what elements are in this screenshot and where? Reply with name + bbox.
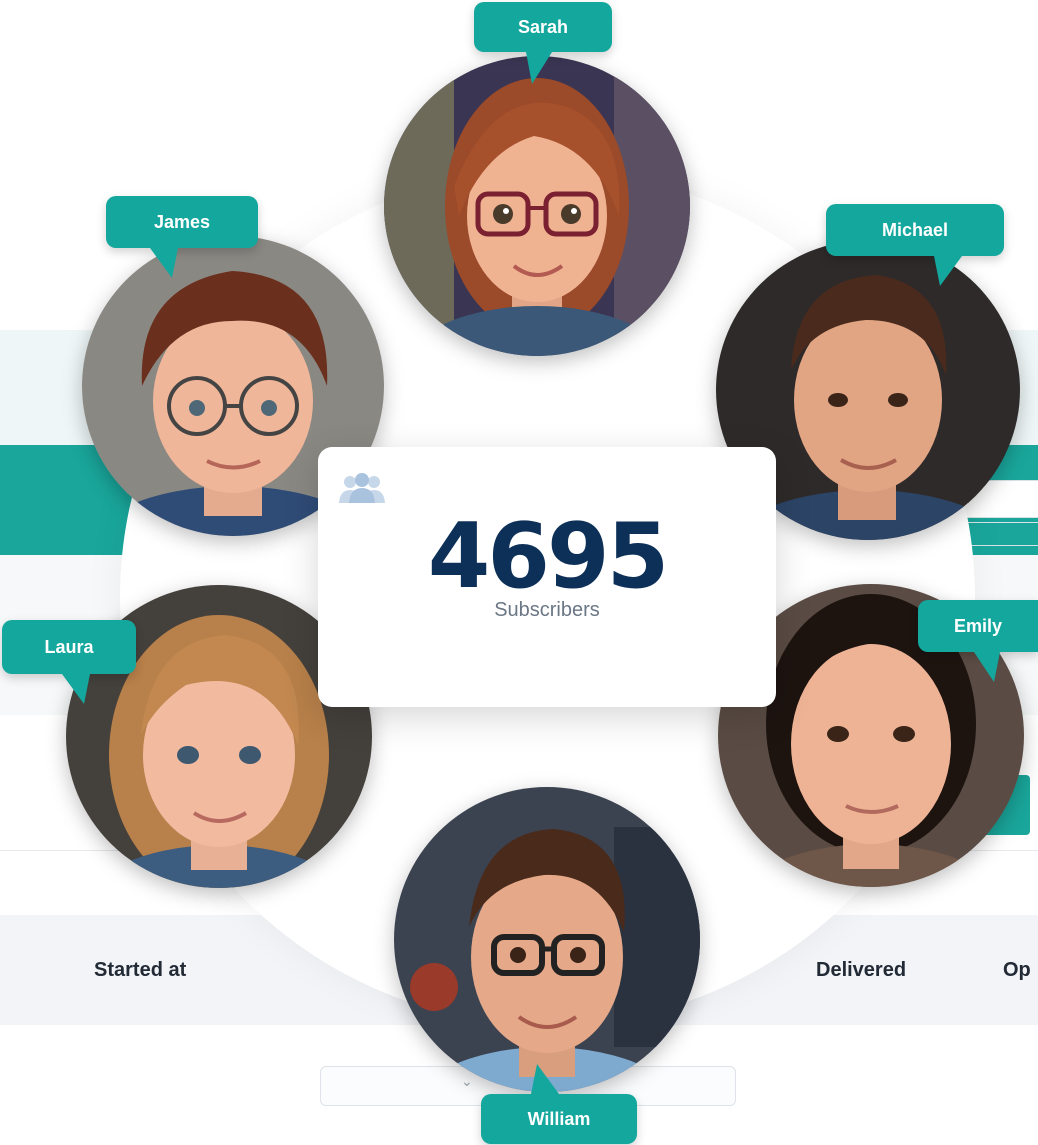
avatar-sarah <box>384 56 690 356</box>
column-header-started-at[interactable]: Started at <box>94 915 186 1025</box>
subscriber-count: 4695 <box>427 504 670 609</box>
name-tag-william-label: William <box>527 1109 591 1129</box>
name-tag-emily-label: Emily <box>953 616 1003 636</box>
name-tag-james-label: James <box>153 212 211 232</box>
name-tag-sarah: Sarah <box>474 2 612 84</box>
name-tag-james: James <box>106 196 258 278</box>
name-tag-laura: Laura <box>2 620 136 704</box>
name-tag-emily: Emily <box>918 600 1038 682</box>
name-tag-william: William <box>481 1064 637 1144</box>
name-tag-laura-label: Laura <box>44 637 94 657</box>
chevron-down-icon: ⌄ <box>461 1073 473 1089</box>
column-header-opened[interactable]: Op <box>1003 915 1031 1025</box>
avatar-william <box>394 787 700 1092</box>
column-header-delivered[interactable]: Delivered <box>816 915 906 1025</box>
subscriber-count-card: 4695 Subscribers <box>318 447 776 707</box>
subscriber-count-label: Subscribers <box>494 599 600 621</box>
name-tag-sarah-label: Sarah <box>517 17 569 37</box>
people-icon <box>339 473 385 503</box>
name-tag-michael-label: Michael <box>881 220 949 240</box>
name-tag-michael: Michael <box>826 204 1004 286</box>
